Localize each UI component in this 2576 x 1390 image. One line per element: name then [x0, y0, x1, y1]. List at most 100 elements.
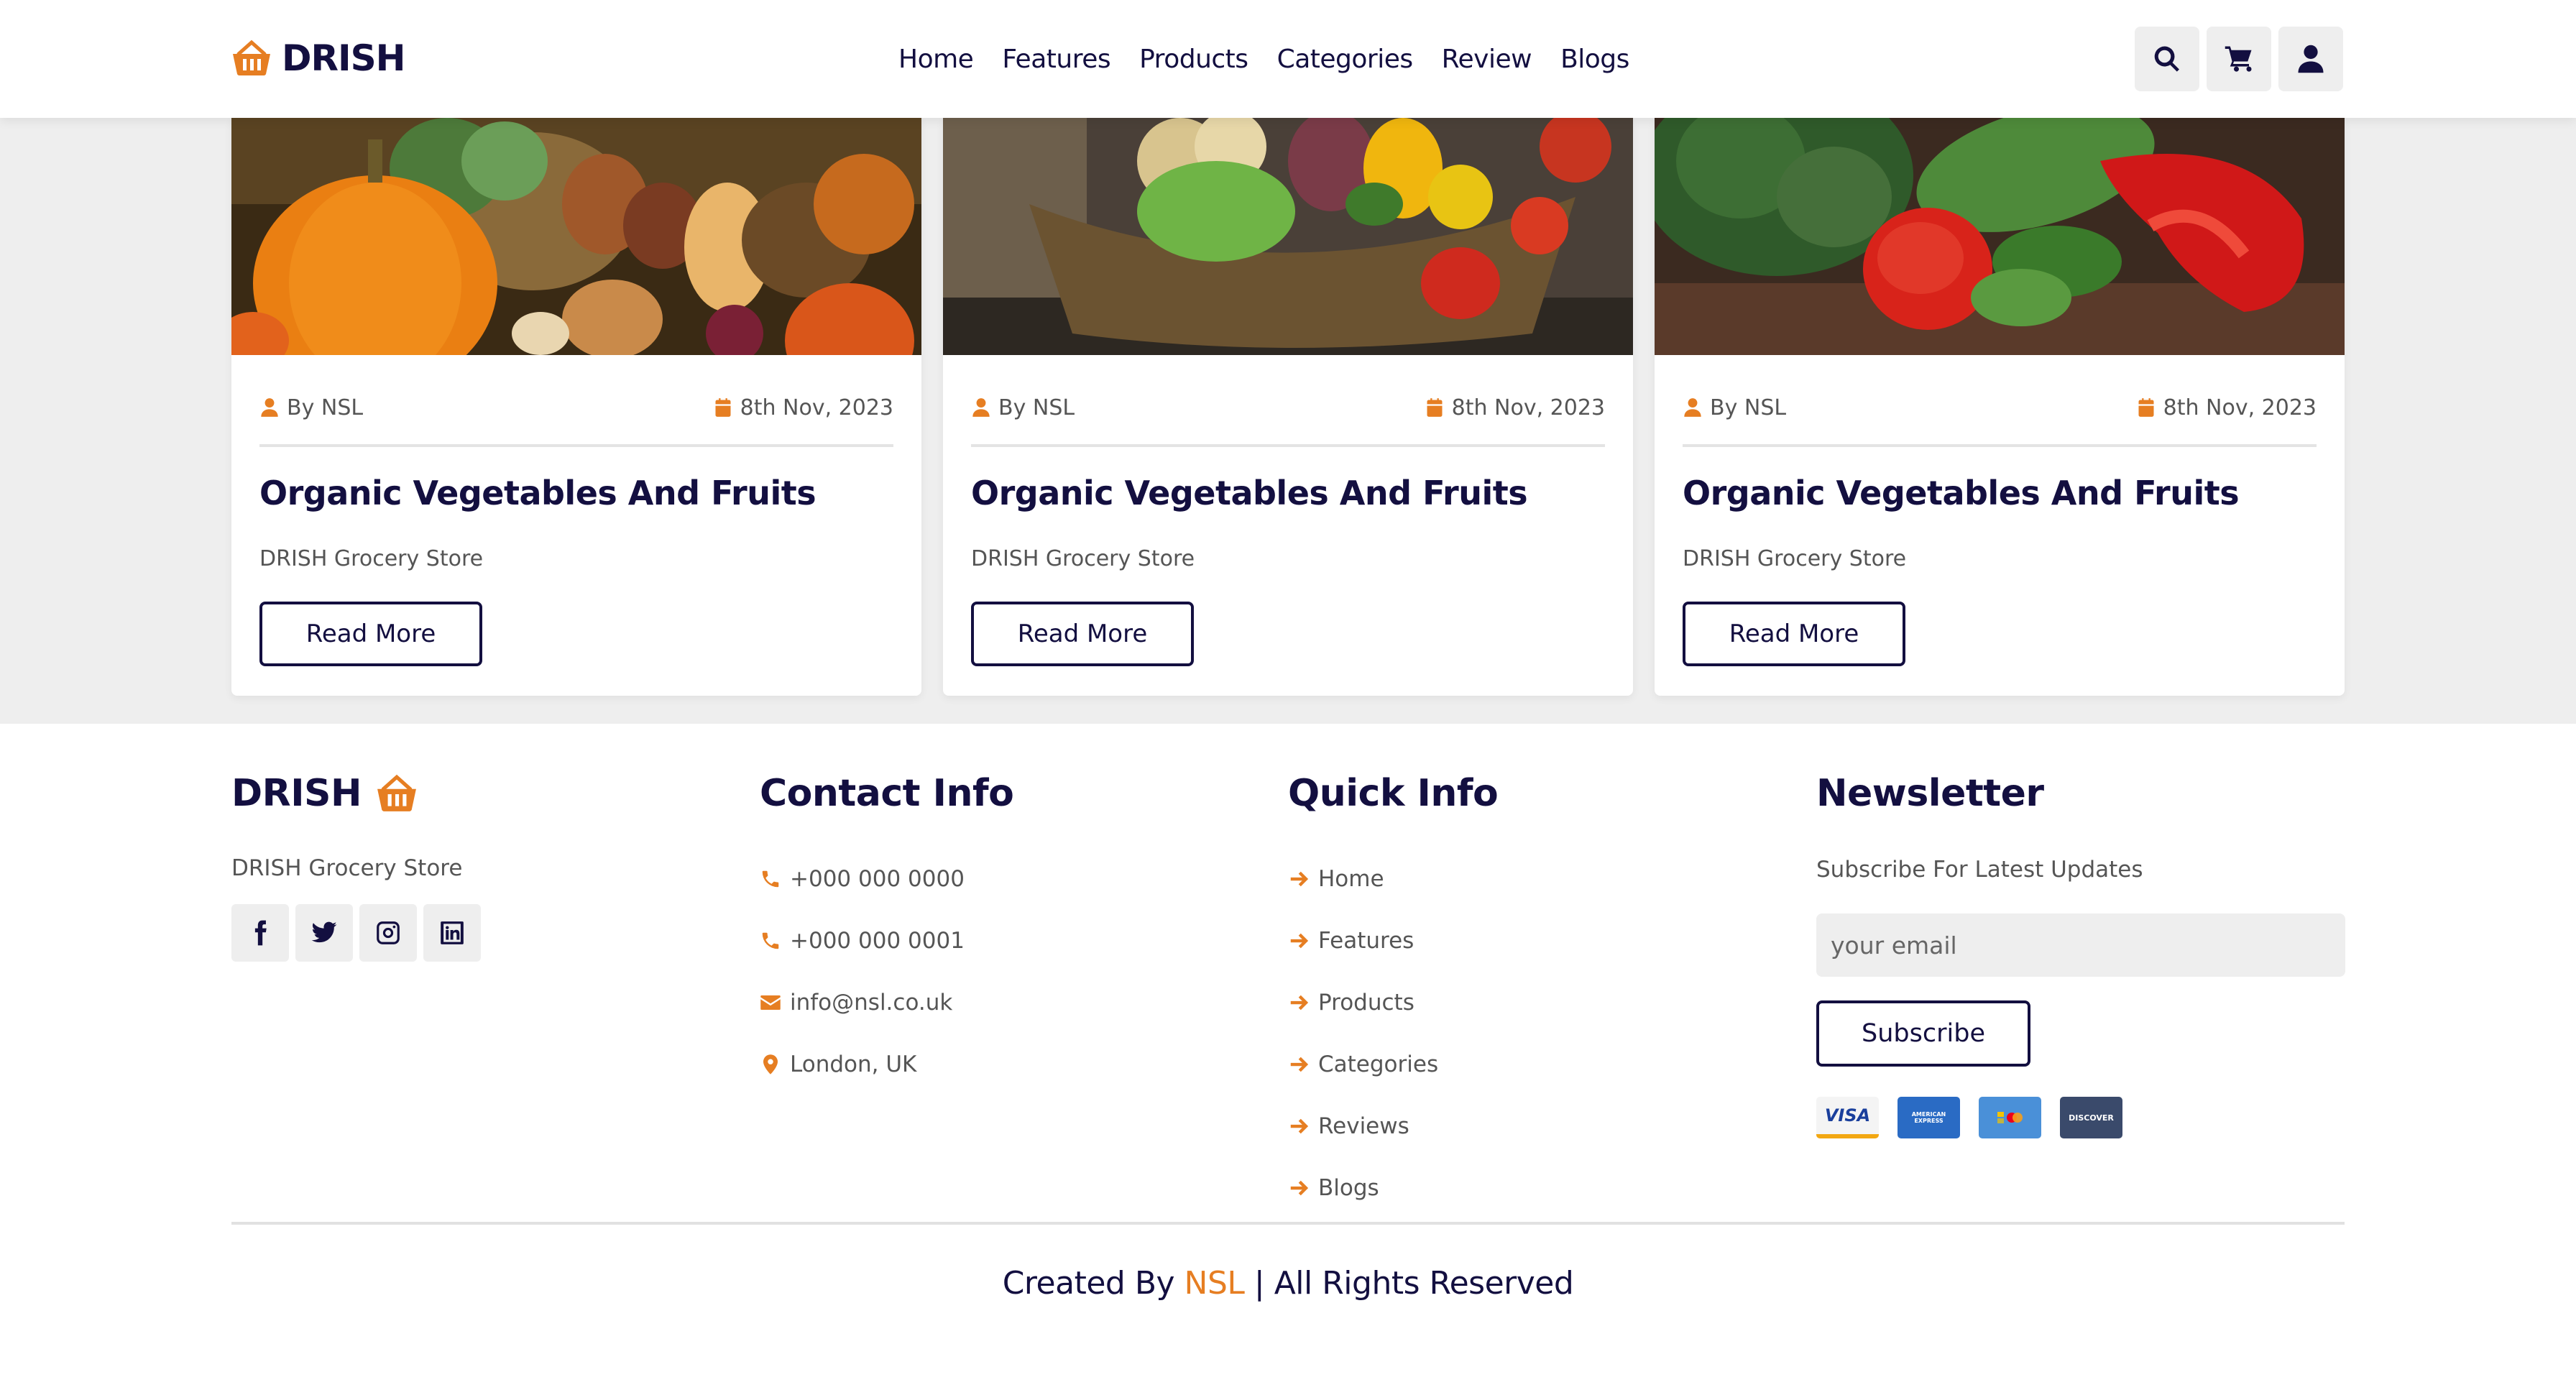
blog-meta: By NSL 8th Nov, 2023 — [971, 390, 1605, 425]
footer-brand-subtitle: DRISH Grocery Store — [231, 855, 463, 881]
twitter-link[interactable] — [295, 904, 353, 962]
user-icon — [261, 398, 278, 417]
amex-card-icon: AMERICAN EXPRESS — [1898, 1097, 1960, 1138]
quick-link-label: Reviews — [1318, 1113, 1409, 1139]
contact-phone-text: +000 000 0000 — [790, 866, 965, 892]
blog-card: By NSL 8th Nov, 2023 Organic Vegetables … — [943, 118, 1633, 696]
contact-phone-1[interactable]: +000 000 0000 — [760, 848, 965, 910]
blog-meta: By NSL 8th Nov, 2023 — [259, 390, 893, 425]
blog-title: Organic Vegetables And Fruits — [259, 474, 816, 512]
blog-card: By NSL 8th Nov, 2023 Organic Vegetables … — [231, 118, 921, 696]
phone-icon — [762, 870, 779, 888]
basket-icon — [377, 774, 416, 811]
blog-subtitle: DRISH Grocery Store — [259, 546, 484, 571]
footer-newsletter: Newsletter Subscribe For Latest Updates … — [1816, 768, 2348, 1138]
linkedin-link[interactable] — [423, 904, 481, 962]
envelope-icon — [760, 995, 781, 1010]
contact-email[interactable]: info@nsl.co.uk — [760, 972, 965, 1034]
blog-title: Organic Vegetables And Fruits — [971, 474, 1528, 512]
facebook-link[interactable] — [231, 904, 289, 962]
search-button[interactable] — [2135, 27, 2199, 91]
arrow-right-icon — [1290, 1118, 1309, 1134]
quick-link-products[interactable]: Products — [1288, 972, 1438, 1034]
contact-phone-2[interactable]: +000 000 0001 — [760, 910, 965, 972]
quick-link-label: Features — [1318, 928, 1414, 954]
quick-link-blogs[interactable]: Blogs — [1288, 1157, 1438, 1219]
cart-icon — [2225, 46, 2252, 72]
user-icon — [972, 398, 990, 417]
blog-subtitle: DRISH Grocery Store — [1683, 546, 1907, 571]
read-more-button[interactable]: Read More — [1683, 602, 1905, 666]
arrow-right-icon — [1290, 995, 1309, 1011]
arrow-right-icon — [1290, 1057, 1309, 1072]
nav-products[interactable]: Products — [1139, 45, 1248, 74]
nav-features[interactable]: Features — [1002, 45, 1110, 74]
quick-link-label: Categories — [1318, 1051, 1439, 1077]
instagram-link[interactable] — [359, 904, 417, 962]
blog-author: By NSL — [998, 395, 1075, 420]
blog-image-broccoli-peppers — [1655, 118, 2345, 355]
quick-link-reviews[interactable]: Reviews — [1288, 1095, 1438, 1157]
cart-button[interactable] — [2207, 27, 2271, 91]
contact-title: Contact Info — [760, 772, 1014, 815]
subscribe-button[interactable]: Subscribe — [1816, 1000, 2030, 1067]
blog-date: 8th Nov, 2023 — [740, 395, 893, 420]
divider — [259, 444, 893, 447]
blog-meta: By NSL 8th Nov, 2023 — [1683, 390, 2317, 425]
credit-author-link[interactable]: NSL — [1184, 1265, 1245, 1302]
phone-icon — [762, 932, 779, 949]
logo-text: DRISH — [282, 37, 405, 79]
calendar-icon — [1427, 398, 1443, 417]
contact-location-text: London, UK — [790, 1051, 917, 1077]
linkedin-icon — [441, 921, 464, 944]
arrow-right-icon — [1290, 1180, 1309, 1196]
instagram-icon — [377, 921, 400, 944]
newsletter-title: Newsletter — [1816, 772, 2044, 815]
calendar-icon — [715, 398, 731, 417]
credit-suffix: | All Rights Reserved — [1244, 1265, 1574, 1302]
footer-brand-title: DRISH — [231, 772, 362, 815]
quick-link-features[interactable]: Features — [1288, 910, 1438, 972]
copyright-text: Created By NSL | All Rights Reserved — [0, 1265, 2576, 1302]
footer-contact: Contact Info +000 000 0000 +000 000 0001… — [760, 768, 1014, 1077]
quick-link-home[interactable]: Home — [1288, 848, 1438, 910]
nav-review[interactable]: Review — [1442, 45, 1532, 74]
discover-card-icon: DISCOVER — [2060, 1097, 2122, 1138]
contact-location[interactable]: London, UK — [760, 1034, 965, 1095]
quick-link-label: Products — [1318, 990, 1414, 1016]
quick-link-categories[interactable]: Categories — [1288, 1034, 1438, 1095]
footer-divider — [231, 1222, 2345, 1225]
quick-info-title: Quick Info — [1288, 772, 1499, 815]
footer-brand: DRISH DRISH Grocery Store — [231, 768, 481, 962]
read-more-button[interactable]: Read More — [971, 602, 1194, 666]
mastercard-card-icon — [1979, 1097, 2041, 1138]
blog-date: 8th Nov, 2023 — [2163, 395, 2317, 420]
nav-home[interactable]: Home — [898, 45, 974, 74]
blog-image-vegetable-basket — [943, 118, 1633, 355]
calendar-icon — [2138, 398, 2154, 417]
blog-subtitle: DRISH Grocery Store — [971, 546, 1195, 571]
user-button[interactable] — [2278, 27, 2343, 91]
nav-blogs[interactable]: Blogs — [1560, 45, 1629, 74]
contact-email-text: info@nsl.co.uk — [790, 990, 953, 1016]
footer-logo[interactable]: DRISH — [231, 768, 418, 819]
newsletter-subtitle: Subscribe For Latest Updates — [1816, 857, 2143, 883]
divider — [971, 444, 1605, 447]
user-icon — [2298, 45, 2324, 73]
arrow-right-icon — [1290, 933, 1309, 949]
main-nav: Home Features Products Categories Review… — [898, 37, 1629, 80]
footer-quick-info: Quick Info Home Features Products Catego… — [1288, 768, 1499, 1201]
blog-author: By NSL — [287, 395, 364, 420]
nav-categories[interactable]: Categories — [1277, 45, 1414, 74]
search-icon — [2154, 46, 2179, 72]
site-header: DRISH Home Features Products Categories … — [0, 0, 2576, 118]
visa-card-icon: VISA — [1816, 1097, 1879, 1138]
social-links — [231, 904, 481, 962]
read-more-button[interactable]: Read More — [259, 602, 482, 666]
logo[interactable]: DRISH — [231, 33, 405, 83]
blog-card: By NSL 8th Nov, 2023 Organic Vegetables … — [1655, 118, 2345, 696]
quick-links: Home Features Products Categories Review… — [1288, 848, 1438, 1219]
blog-title: Organic Vegetables And Fruits — [1683, 474, 2240, 512]
quick-link-label: Home — [1318, 866, 1384, 892]
email-input[interactable] — [1816, 913, 2345, 977]
